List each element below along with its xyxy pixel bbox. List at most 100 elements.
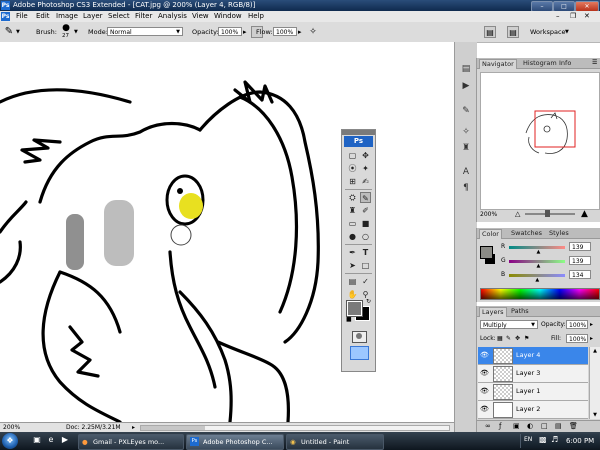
channel-g-field[interactable]: 139 <box>569 256 591 265</box>
slice-icon[interactable]: ✍ <box>360 176 371 187</box>
palette-well-icon[interactable]: ▤ <box>484 26 496 38</box>
lock-position-icon[interactable]: ✥ <box>515 335 520 342</box>
panel-menu-icon[interactable]: ☰ <box>592 59 597 66</box>
layers-scrollbar[interactable]: ▲ ▼ <box>589 347 600 419</box>
layer-opacity-arrow-icon[interactable]: ▸ <box>590 321 593 328</box>
blur-icon[interactable]: ● <box>347 231 358 242</box>
document-canvas[interactable] <box>0 42 454 422</box>
move-icon[interactable]: ✥ <box>360 150 371 161</box>
visibility-eye-icon[interactable]: 👁 <box>480 369 489 377</box>
eraser-icon[interactable]: ▭ <box>347 218 358 229</box>
doc-close-icon[interactable]: ✕ <box>584 12 592 20</box>
channel-g-thumb[interactable]: ▲ <box>537 263 541 269</box>
delete-layer-icon[interactable]: 🗑 <box>569 422 578 430</box>
tab-paths[interactable]: Paths <box>509 307 531 316</box>
tab-layers[interactable]: Layers <box>479 307 507 317</box>
menu-analysis[interactable]: Analysis <box>158 11 187 22</box>
flow-field[interactable]: 100% <box>273 27 297 36</box>
ie-icon[interactable]: e <box>46 435 56 445</box>
magic-wand-icon[interactable]: ✦ <box>360 163 371 174</box>
brushes-panel-icon[interactable]: ✧ <box>460 126 472 138</box>
color-spectrum-bar[interactable] <box>480 288 600 300</box>
network-icon[interactable]: ▩ <box>539 435 547 444</box>
layer-row-2[interactable]: 👁 Layer 2 <box>478 401 588 419</box>
adjustment-layer-icon[interactable]: ◐ <box>527 422 533 430</box>
brush-tip-icon[interactable]: ● <box>60 24 72 33</box>
brush-icon[interactable]: ✎ <box>360 192 371 203</box>
opacity-field[interactable]: 100% <box>218 27 242 36</box>
toolbox-ps-badge[interactable]: Ps <box>344 136 373 147</box>
zoom-in-icon[interactable]: ▲ <box>581 209 588 219</box>
layer-opacity-field[interactable]: 100% <box>566 320 588 329</box>
fill-field[interactable]: 100% <box>566 334 588 343</box>
swap-colors-icon[interactable]: ↻ <box>366 298 371 305</box>
layer-row-1[interactable]: 👁 Layer 1 <box>478 383 588 401</box>
character-panel-icon[interactable]: A <box>460 166 472 178</box>
horizontal-scrollbar[interactable] <box>140 425 450 431</box>
channel-b-thumb[interactable]: ▲ <box>535 277 539 283</box>
gradient-icon[interactable]: ■ <box>360 218 371 229</box>
brush-tool-preset-icon[interactable]: ✎ <box>3 26 15 38</box>
shape-icon[interactable]: □ <box>360 260 371 271</box>
workspace-button[interactable]: Workspace <box>530 27 566 37</box>
channel-r-field[interactable]: 139 <box>569 242 591 251</box>
tool-presets-icon[interactable]: ✎ <box>460 105 472 117</box>
lock-image-icon[interactable]: ✎ <box>506 335 511 342</box>
document-icon[interactable]: Ps <box>1 12 10 21</box>
new-layer-icon[interactable]: ▤ <box>555 422 562 430</box>
color-fg-swatch[interactable] <box>480 246 493 259</box>
menu-layer[interactable]: Layer <box>83 11 103 22</box>
language-indicator[interactable]: EN <box>524 436 532 443</box>
doc-restore-icon[interactable]: ❐ <box>570 12 578 20</box>
lasso-icon[interactable]: ⦿ <box>347 163 358 174</box>
chevron-down-icon[interactable]: ▼ <box>16 29 20 35</box>
clock[interactable]: 6:00 PM <box>566 434 594 448</box>
lock-all-icon[interactable]: ⚑ <box>524 335 529 342</box>
menu-window[interactable]: Window <box>214 11 242 22</box>
clone-source-icon[interactable]: ♜ <box>460 142 472 154</box>
path-select-icon[interactable]: ➤ <box>347 260 358 271</box>
tab-histogram[interactable]: Histogram <box>521 59 559 68</box>
mode-select[interactable]: Normal ▼ <box>107 27 183 36</box>
marquee-icon[interactable]: ▢ <box>347 150 358 161</box>
toolbox-header[interactable] <box>342 130 375 135</box>
layer-row-3[interactable]: 👁 Layer 3 <box>478 365 588 383</box>
flow-arrow-icon[interactable]: ▸ <box>298 28 302 36</box>
notes-icon[interactable]: ▤ <box>347 276 358 287</box>
doc-minimize-icon[interactable]: – <box>556 12 564 20</box>
bridge-icon[interactable]: ▤ <box>507 26 519 38</box>
foreground-color-swatch[interactable] <box>346 300 363 317</box>
screen-mode-icon[interactable] <box>350 346 369 360</box>
hand-icon[interactable]: ✋ <box>347 289 358 300</box>
layer-mask-icon[interactable]: ▣ <box>513 422 520 430</box>
menu-help[interactable]: Help <box>248 11 264 22</box>
layer-row-4[interactable]: 👁 Layer 4 <box>478 347 588 365</box>
lock-transparency-icon[interactable]: ▦ <box>497 335 503 342</box>
volume-icon[interactable]: ♬ <box>551 435 558 444</box>
visibility-eye-icon[interactable]: 👁 <box>480 405 489 413</box>
menu-select[interactable]: Select <box>108 11 130 22</box>
pen-icon[interactable]: ✒ <box>347 247 358 258</box>
workspace-chevron-icon[interactable]: ▼ <box>565 29 569 35</box>
fill-arrow-icon[interactable]: ▸ <box>590 335 593 342</box>
tab-navigator[interactable]: Navigator <box>479 59 517 69</box>
zoom-slider[interactable] <box>525 210 575 217</box>
quick-mask-icon[interactable] <box>352 331 367 343</box>
channel-b-field[interactable]: 134 <box>569 270 591 279</box>
tab-info[interactable]: Info <box>557 59 573 68</box>
navigator-zoom-value[interactable]: 200% <box>480 211 497 218</box>
media-player-icon[interactable]: ▶ <box>60 435 70 445</box>
layer-style-icon[interactable]: ƒ <box>499 422 501 430</box>
task-photoshop[interactable]: Ps Adobe Photoshop C... <box>186 434 284 450</box>
new-group-icon[interactable]: □ <box>541 422 548 430</box>
menu-file[interactable]: File <box>16 11 28 22</box>
channel-r-thumb[interactable]: ▲ <box>537 249 541 255</box>
visibility-eye-icon[interactable]: 👁 <box>480 387 489 395</box>
task-paint[interactable]: ◉ Untitled - Paint <box>286 434 384 450</box>
tab-swatches[interactable]: Swatches <box>509 229 544 238</box>
blend-mode-select[interactable]: Multiply ▼ <box>480 320 538 329</box>
eyedropper-icon[interactable]: ✓ <box>360 276 371 287</box>
healing-icon[interactable]: ⛭ <box>347 192 358 203</box>
crop-icon[interactable]: ⊞ <box>347 176 358 187</box>
brush-dropdown-icon[interactable]: ▼ <box>74 29 78 35</box>
